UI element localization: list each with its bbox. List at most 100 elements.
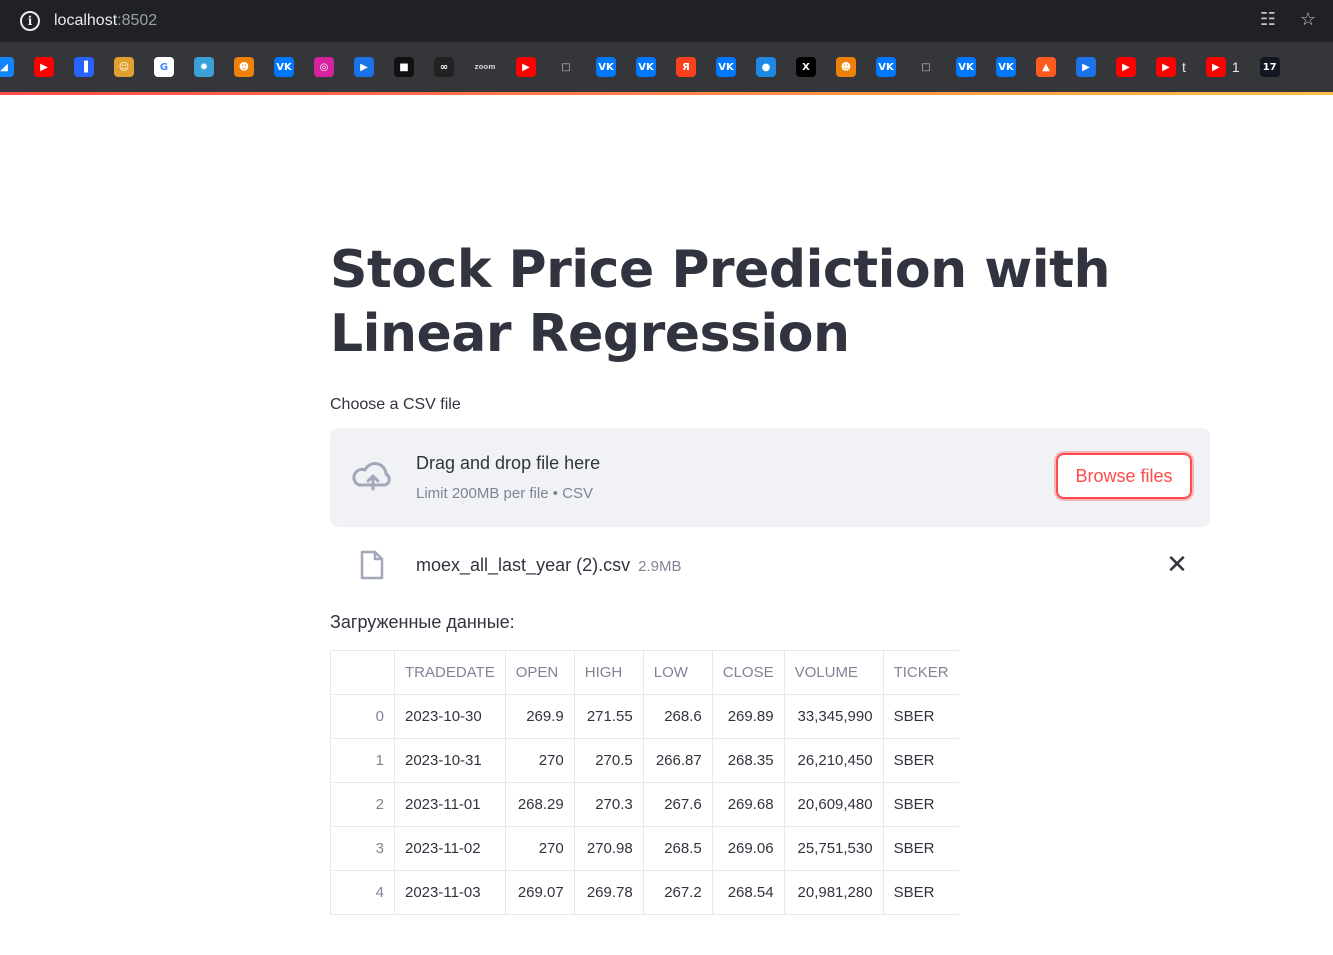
column-header[interactable]: HIGH — [573, 650, 644, 695]
browse-files-button[interactable]: Browse files — [1056, 453, 1192, 499]
table-cell[interactable]: 267.2 — [642, 870, 713, 915]
google-icon: G — [154, 57, 174, 77]
row-index[interactable]: 3 — [330, 826, 395, 871]
bookmark-item[interactable]: VK — [274, 57, 294, 77]
table-cell[interactable]: 270.5 — [573, 738, 644, 783]
bookmark-item[interactable]: VK — [996, 57, 1016, 77]
table-cell[interactable]: SBER — [882, 826, 959, 871]
file-size: 2.9MB — [638, 558, 682, 575]
table-cell[interactable]: 271.55 — [573, 694, 644, 739]
table-cell[interactable]: 270 — [504, 738, 575, 783]
bookmark-item[interactable]: ✹ — [194, 57, 214, 77]
bookmark-item[interactable]: VK — [596, 57, 616, 77]
bluesky-icon: ◢ — [0, 57, 14, 77]
column-header[interactable]: OPEN — [504, 650, 575, 695]
remove-file-icon[interactable]: ✕ — [1166, 551, 1188, 577]
bookmark-item[interactable]: ▶ t — [1156, 57, 1186, 77]
file-icon — [360, 550, 384, 580]
bookmark-item[interactable]: ◢ — [0, 57, 14, 77]
column-header[interactable]: VOLUME — [783, 650, 884, 695]
column-header[interactable]: TICKER — [882, 650, 959, 695]
vk-icon: VK — [636, 57, 656, 77]
url-text[interactable]: localhost:8502 — [54, 12, 157, 30]
table-cell[interactable]: 2023-10-30 — [394, 694, 506, 739]
bookmark-item[interactable]: X — [796, 57, 816, 77]
table-cell[interactable]: 270.98 — [573, 826, 644, 871]
table-cell[interactable]: 269.07 — [504, 870, 575, 915]
column-header[interactable]: TRADEDATE — [394, 650, 506, 695]
bookmark-item[interactable]: ▶ — [34, 57, 54, 77]
site-info-icon[interactable]: i — [20, 11, 40, 31]
table-cell[interactable]: 268.5 — [642, 826, 713, 871]
table-cell[interactable]: 270.3 — [573, 782, 644, 827]
table-cell[interactable]: 2023-10-31 — [394, 738, 506, 783]
bookmark-star-icon[interactable]: ☆ — [1297, 9, 1319, 30]
row-index[interactable]: 1 — [330, 738, 395, 783]
table-cell[interactable]: 268.54 — [711, 870, 785, 915]
table-cell[interactable]: SBER — [882, 870, 959, 915]
bookmark-item[interactable]: VK — [876, 57, 896, 77]
bookmark-item[interactable]: ▶ — [1076, 57, 1096, 77]
address-bar[interactable]: i localhost:8502 ☷ ☆ — [8, 3, 1333, 39]
bookmark-item[interactable]: VK — [956, 57, 976, 77]
table-cell[interactable]: SBER — [882, 782, 959, 827]
table-cell[interactable]: 2023-11-01 — [394, 782, 506, 827]
bookmark-item[interactable]: ◎ — [314, 57, 334, 77]
table-cell[interactable]: 25,751,530 — [783, 826, 884, 871]
table-cell[interactable]: 268.6 — [642, 694, 713, 739]
table-cell[interactable]: 33,345,990 — [783, 694, 884, 739]
table-cell[interactable]: 269.9 — [504, 694, 575, 739]
cloud-upload-icon — [352, 462, 391, 491]
bookmark-item[interactable]: ▶ — [354, 57, 374, 77]
vk-icon: VK — [876, 57, 896, 77]
file-dropzone[interactable]: Drag and drop file here Limit 200MB per … — [330, 428, 1210, 527]
uploaded-file: moex_all_last_year (2).csv 2.9MB ✕ — [330, 541, 1210, 589]
row-index[interactable]: 0 — [330, 694, 395, 739]
bookmark-item[interactable]: Я — [676, 57, 696, 77]
bookmark-item[interactable]: VK — [716, 57, 736, 77]
data-table[interactable]: TRADEDATE OPEN HIGH LOW CLOSE VOLUME TICKER 02… — [330, 650, 959, 915]
bookmark-item[interactable]: ▲ — [1036, 57, 1056, 77]
bookmark-item[interactable]: zoom — [474, 57, 496, 77]
bookmark-item[interactable]: ☺ — [114, 57, 134, 77]
bookmark-item[interactable]: ☻ — [234, 57, 254, 77]
table-cell[interactable]: 266.87 — [642, 738, 713, 783]
column-header[interactable]: LOW — [642, 650, 713, 695]
bookmark-item[interactable]: ■ — [394, 57, 414, 77]
table-cell[interactable]: 269.78 — [573, 870, 644, 915]
bookmark-item[interactable]: 17 — [1259, 57, 1280, 77]
table-cell[interactable]: 267.6 — [642, 782, 713, 827]
bookmark-item[interactable]: ▶ — [516, 57, 536, 77]
table-cell[interactable]: 269.68 — [711, 782, 785, 827]
table-cell[interactable]: 20,609,480 — [783, 782, 884, 827]
youtube-icon: ▶ — [516, 57, 536, 77]
bookmark-item[interactable]: ☻ — [836, 57, 856, 77]
bookmark-item[interactable]: ▐ — [74, 57, 94, 77]
row-index[interactable]: 2 — [330, 782, 395, 827]
table-cell[interactable]: 269.06 — [711, 826, 785, 871]
zoom-icon: zoom — [474, 57, 496, 77]
bookmark-item[interactable]: G — [154, 57, 174, 77]
table-cell[interactable]: SBER — [882, 694, 959, 739]
index-header[interactable] — [330, 650, 395, 695]
bookmark-item[interactable]: ∞ — [434, 57, 454, 77]
table-cell[interactable]: 268.35 — [711, 738, 785, 783]
translate-icon[interactable]: ☷ — [1257, 9, 1279, 30]
row-index[interactable]: 4 — [330, 870, 395, 915]
table-cell[interactable]: 26,210,450 — [783, 738, 884, 783]
table-cell[interactable]: 2023-11-03 — [394, 870, 506, 915]
column-header[interactable]: CLOSE — [711, 650, 785, 695]
bookmark-item[interactable]: ▶ — [1116, 57, 1136, 77]
table-cell[interactable]: 270 — [504, 826, 575, 871]
bookmark-item[interactable]: ● — [756, 57, 776, 77]
bookmark-item[interactable]: □ — [556, 57, 576, 77]
main-content: Stock Price Prediction with Linear Regre… — [330, 95, 1210, 915]
table-cell[interactable]: 269.89 — [711, 694, 785, 739]
table-cell[interactable]: SBER — [882, 738, 959, 783]
table-cell[interactable]: 20,981,280 — [783, 870, 884, 915]
bookmark-item[interactable]: □ — [916, 57, 936, 77]
bookmark-item[interactable]: ▶ 1 — [1205, 57, 1240, 77]
bookmark-item[interactable]: VK — [636, 57, 656, 77]
table-cell[interactable]: 2023-11-02 — [394, 826, 506, 871]
table-cell[interactable]: 268.29 — [504, 782, 575, 827]
